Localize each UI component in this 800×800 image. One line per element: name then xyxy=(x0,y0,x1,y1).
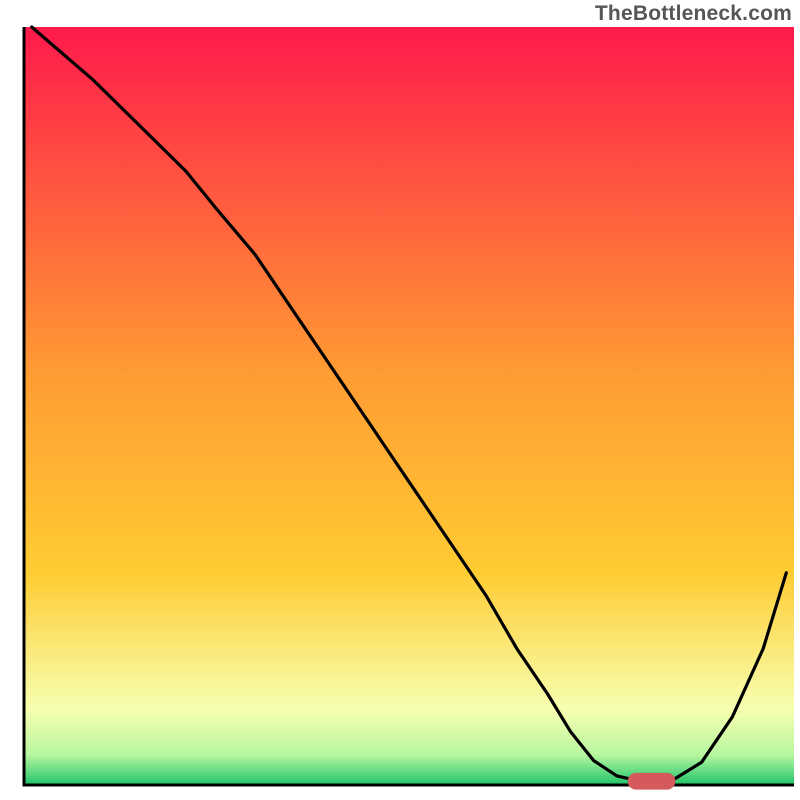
sweet-spot-marker xyxy=(628,773,676,790)
bottleneck-chart xyxy=(0,0,800,800)
chart-container: TheBottleneck.com xyxy=(0,0,800,800)
gradient-background xyxy=(24,27,794,785)
watermark-label: TheBottleneck.com xyxy=(595,2,792,26)
